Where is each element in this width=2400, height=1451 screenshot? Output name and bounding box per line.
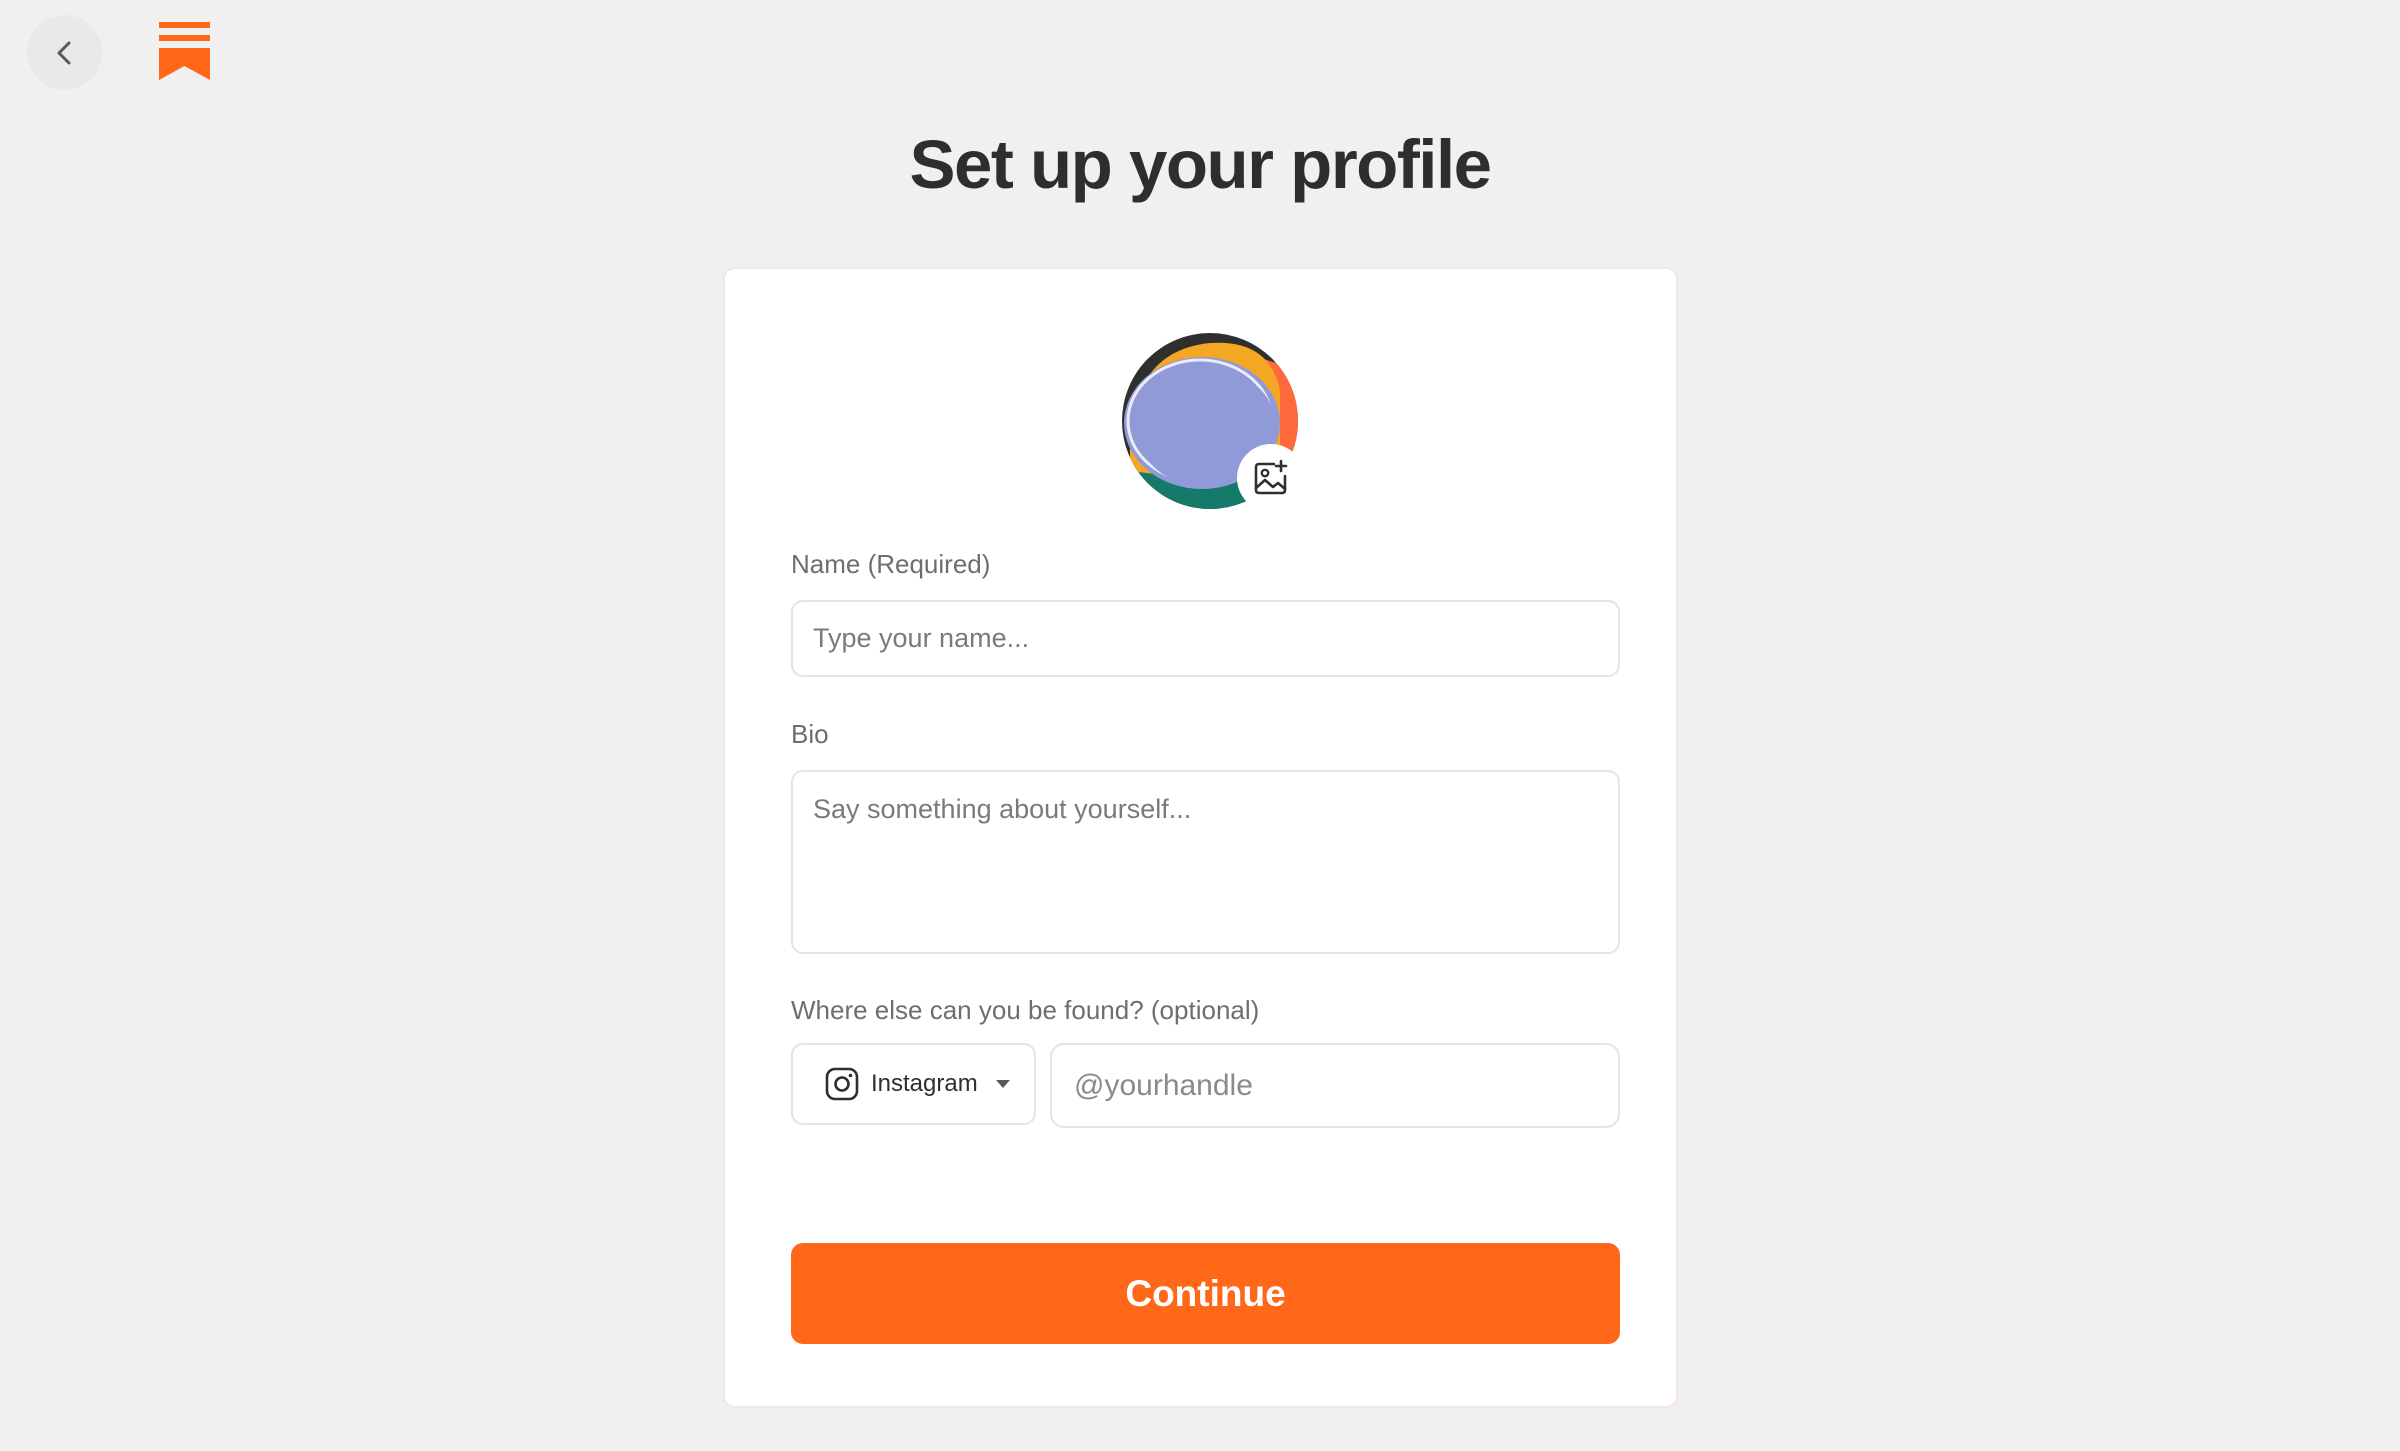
bio-label: Bio [791, 719, 829, 749]
avatar[interactable] [1120, 331, 1305, 512]
social-platform-value: Instagram [871, 1070, 978, 1097]
back-button[interactable] [27, 15, 102, 90]
social-handle-input[interactable] [1050, 1043, 1620, 1128]
change-photo-button[interactable] [1237, 444, 1305, 512]
name-input[interactable] [791, 600, 1620, 677]
top-bar [0, 0, 2400, 110]
bookmark-logo-icon[interactable] [159, 22, 210, 80]
continue-button[interactable]: Continue [791, 1243, 1620, 1344]
image-add-icon [1254, 459, 1288, 495]
name-label: Name (Required) [791, 549, 991, 579]
profile-setup-card: Name (Required) Bio Where else can you b… [723, 267, 1678, 1408]
social-label: Where else can you be found? (optional) [791, 995, 1260, 1025]
page-title: Set up your profile [909, 126, 1492, 203]
chevron-left-icon [57, 41, 70, 64]
caret-down-icon [995, 1080, 1010, 1088]
bio-textarea[interactable] [791, 770, 1620, 954]
instagram-icon [825, 1067, 859, 1101]
social-platform-select[interactable]: Instagram [791, 1043, 1036, 1125]
